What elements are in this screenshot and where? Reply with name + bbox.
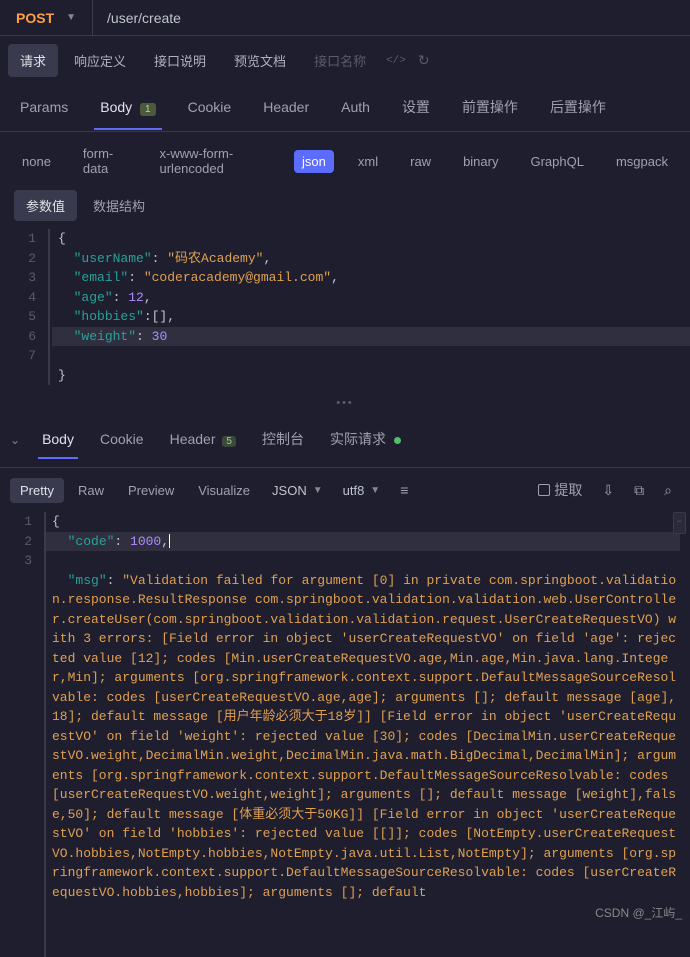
response-view-toolbar: Pretty Raw Preview Visualize JSON ▼ utf8… bbox=[0, 468, 690, 512]
response-body-content[interactable]: −{ "code": 1000, "msg": "Validation fail… bbox=[44, 512, 690, 957]
response-tabs: ⌄ Body Cookie Header 5 控制台 实际请求 bbox=[0, 413, 690, 468]
body-sub-tabs: 参数值 数据结构 bbox=[0, 190, 690, 229]
bodytype-raw[interactable]: raw bbox=[402, 150, 439, 173]
tab-params[interactable]: Params bbox=[14, 89, 74, 129]
subtab-values[interactable]: 参数值 bbox=[14, 190, 77, 221]
encoding-select[interactable]: utf8 ▼ bbox=[335, 479, 389, 502]
http-method-select[interactable]: POST ▼ bbox=[0, 0, 93, 35]
chevron-down-icon: ▼ bbox=[66, 12, 76, 23]
collapse-marker-icon[interactable]: − bbox=[673, 512, 686, 534]
bodytype-json[interactable]: json bbox=[294, 150, 334, 173]
search-icon[interactable]: ⌕ bbox=[656, 478, 680, 503]
request-body-editor[interactable]: 1 2 3 4 5 6 7 { "userName": "码农Academy",… bbox=[0, 229, 690, 393]
header-count-badge: 5 bbox=[222, 436, 236, 447]
tab-preview-doc[interactable]: 预览文档 bbox=[222, 44, 298, 77]
collapse-response-icon[interactable]: ⌄ bbox=[10, 433, 20, 447]
request-body-content[interactable]: { "userName": "码农Academy", "email": "cod… bbox=[48, 229, 690, 385]
resp-tab-console[interactable]: 控制台 bbox=[258, 419, 308, 461]
code-icon[interactable]: </> bbox=[382, 55, 410, 67]
tab-settings[interactable]: 设置 bbox=[396, 87, 436, 131]
bodytype-xml[interactable]: xml bbox=[350, 150, 386, 173]
request-url-bar: POST ▼ bbox=[0, 0, 690, 36]
bodytype-urlencoded[interactable]: x-www-form-urlencoded bbox=[152, 142, 279, 180]
resp-tab-cookie[interactable]: Cookie bbox=[96, 421, 148, 459]
tab-cookie[interactable]: Cookie bbox=[182, 89, 238, 129]
body-type-tabs: none form-data x-www-form-urlencoded jso… bbox=[0, 132, 690, 190]
url-input[interactable] bbox=[93, 0, 690, 35]
extract-button[interactable]: 提取 bbox=[530, 476, 590, 504]
bodytype-formdata[interactable]: form-data bbox=[75, 142, 136, 180]
request-meta-tabs: 请求 响应定义 接口说明 预览文档 接口名称 </> ↻ bbox=[0, 36, 690, 77]
tab-response-def[interactable]: 响应定义 bbox=[62, 44, 138, 77]
status-dot-icon bbox=[394, 437, 401, 444]
body-count-badge: 1 bbox=[140, 103, 156, 116]
tab-prescript[interactable]: 前置操作 bbox=[456, 87, 524, 131]
bodytype-binary[interactable]: binary bbox=[455, 150, 506, 173]
tab-postscript[interactable]: 后置操作 bbox=[544, 87, 612, 131]
resp-tab-actual[interactable]: 实际请求 bbox=[326, 419, 405, 461]
response-gutter: 1 2 3 bbox=[0, 512, 44, 957]
subtab-schema[interactable]: 数据结构 bbox=[81, 190, 157, 221]
history-icon[interactable]: ↻ bbox=[414, 52, 434, 69]
resp-tab-header[interactable]: Header 5 bbox=[166, 421, 240, 459]
bodytype-none[interactable]: none bbox=[14, 150, 59, 173]
wrap-toggle-icon[interactable]: ≡ bbox=[392, 478, 416, 502]
chevron-down-icon: ▼ bbox=[370, 485, 380, 496]
view-preview[interactable]: Preview bbox=[118, 478, 184, 503]
bodytype-msgpack[interactable]: msgpack bbox=[608, 150, 676, 173]
copy-icon[interactable]: ⧉ bbox=[626, 478, 652, 503]
download-icon[interactable]: ⇩ bbox=[594, 478, 622, 503]
format-select[interactable]: JSON ▼ bbox=[264, 479, 331, 502]
response-body-viewer[interactable]: 1 2 3 −{ "code": 1000, "msg": "Validatio… bbox=[0, 512, 690, 957]
bodytype-graphql[interactable]: GraphQL bbox=[522, 150, 591, 173]
tab-request[interactable]: 请求 bbox=[8, 44, 58, 77]
view-visualize[interactable]: Visualize bbox=[188, 478, 260, 503]
chevron-down-icon: ▼ bbox=[313, 485, 323, 496]
view-raw[interactable]: Raw bbox=[68, 478, 114, 503]
resp-tab-body[interactable]: Body bbox=[38, 421, 78, 459]
tab-body-label: Body bbox=[100, 99, 132, 115]
panel-resize-handle[interactable]: ••• bbox=[0, 393, 690, 413]
http-method-label: POST bbox=[16, 10, 54, 26]
tab-auth[interactable]: Auth bbox=[335, 89, 376, 129]
main-tabs: Params Body 1 Cookie Header Auth 设置 前置操作… bbox=[0, 77, 690, 132]
tab-body[interactable]: Body 1 bbox=[94, 89, 161, 130]
tab-header[interactable]: Header bbox=[257, 89, 315, 129]
tab-api-desc[interactable]: 接口说明 bbox=[142, 44, 218, 77]
api-name-placeholder[interactable]: 接口名称 bbox=[302, 44, 378, 77]
extract-icon bbox=[538, 484, 550, 496]
line-gutter: 1 2 3 4 5 6 7 bbox=[0, 229, 48, 385]
view-pretty[interactable]: Pretty bbox=[10, 478, 64, 503]
